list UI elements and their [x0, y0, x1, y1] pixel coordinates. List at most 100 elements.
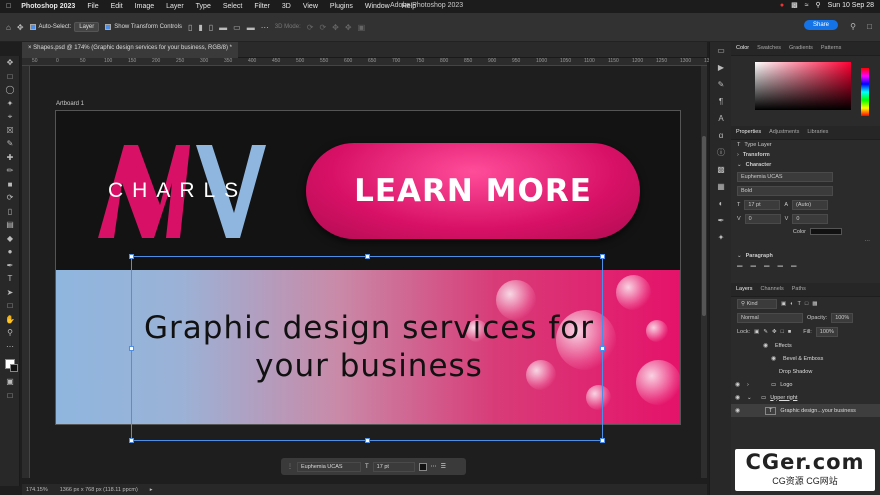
menu-select[interactable]: Select	[217, 3, 248, 10]
transform-handle[interactable]	[600, 254, 605, 259]
menu-clock[interactable]: Sun 10 Sep 28	[828, 2, 874, 9]
transform-handle[interactable]	[129, 438, 134, 443]
align-bottom-icon[interactable]: ▬	[247, 23, 255, 32]
layer-row-graphic-design[interactable]: ◉ T Graphic design...your business	[731, 404, 880, 417]
layer-filter-dropdown[interactable]: ⚲ Kind	[737, 299, 777, 309]
character-icon[interactable]: A	[710, 110, 732, 127]
filter-smart-icon[interactable]: ▩	[812, 301, 817, 307]
search-icon[interactable]: ⚲	[816, 1, 821, 9]
menu-layer[interactable]: Layer	[160, 3, 190, 10]
menu-file[interactable]: File	[81, 3, 104, 10]
brushes-icon[interactable]: ✦	[710, 229, 732, 246]
transform-handle[interactable]	[129, 346, 134, 351]
lock-paint-icon[interactable]: ✎	[763, 329, 768, 335]
swatches-panel-icon[interactable]: ▦	[710, 178, 732, 195]
character-section[interactable]: ⌄ Character	[731, 160, 880, 170]
screen-mode-icon[interactable]: □	[0, 389, 20, 403]
leading-field[interactable]: (Auto)	[792, 200, 829, 210]
3d-roll-icon[interactable]: ⟳	[319, 23, 326, 32]
menu-3d[interactable]: 3D	[276, 3, 297, 10]
layer-row-effects[interactable]: ◉ Effects	[731, 339, 880, 352]
color-picker-field[interactable]	[755, 62, 851, 110]
home-icon[interactable]: ⌂	[6, 23, 11, 32]
artboard-tool-icon[interactable]: □	[0, 70, 20, 84]
record-icon[interactable]: ●	[780, 2, 784, 9]
more-icon[interactable]: ⋯	[431, 463, 437, 470]
opacity-field[interactable]: 100%	[831, 313, 854, 323]
lock-all-icon[interactable]: ■	[788, 329, 791, 335]
settings-icon[interactable]: ☰	[441, 463, 446, 470]
ctx-size-dropdown[interactable]: 17 pt	[372, 461, 415, 472]
eyedropper-icon[interactable]: ✎	[0, 137, 20, 151]
eye-icon[interactable]: ◉	[735, 407, 743, 414]
glyphs-icon[interactable]: ɑ	[710, 127, 732, 144]
justify-all-icon[interactable]: ▬	[791, 263, 797, 269]
learn-more-button[interactable]: LEARN MORE	[306, 143, 640, 239]
filter-pixel-icon[interactable]: ▣	[781, 301, 786, 307]
rectangle-tool-icon[interactable]: □	[0, 299, 20, 313]
tab-layers[interactable]: Layers	[736, 286, 753, 293]
align-right-icon[interactable]: ▬	[764, 263, 770, 269]
align-right-icon[interactable]: ▯	[209, 23, 213, 32]
lock-artboard-icon[interactable]: □	[781, 329, 784, 335]
ctx-color-swatch[interactable]	[418, 462, 427, 471]
vertical-scrollbar[interactable]	[701, 66, 707, 478]
drag-handle-icon[interactable]: ⋮	[287, 463, 293, 470]
menu-edit[interactable]: Edit	[105, 3, 129, 10]
ctx-font-dropdown[interactable]: Euphemia UCAS	[297, 461, 361, 472]
menu-plugins[interactable]: Plugins	[324, 3, 359, 10]
eye-icon[interactable]: ◉	[735, 381, 743, 388]
hand-tool-icon[interactable]: ✋	[0, 313, 20, 327]
transform-handle[interactable]	[365, 438, 370, 443]
menu-view[interactable]: View	[297, 3, 324, 10]
lock-pixels-icon[interactable]: ▣	[754, 329, 759, 335]
align-left-icon[interactable]: ▯	[188, 23, 192, 32]
control-center-icon[interactable]: ▩	[791, 1, 798, 9]
layer-row-shadow[interactable]: Drop Shadow	[731, 365, 880, 378]
tab-gradients[interactable]: Gradients	[789, 45, 813, 52]
tab-swatches[interactable]: Swatches	[757, 45, 781, 52]
show-transform-checkbox[interactable]	[105, 24, 112, 30]
align-center-icon[interactable]: ▬	[751, 263, 757, 269]
more-icon[interactable]: ⋯	[865, 239, 871, 245]
align-left-icon[interactable]: ▬	[737, 263, 743, 269]
chevron-down-icon[interactable]: ⌄	[747, 395, 757, 401]
wifi-icon[interactable]: ≈	[805, 2, 809, 9]
layer-row-logo[interactable]: ◉ › ▭ Logo	[731, 378, 880, 391]
tab-channels[interactable]: Channels	[761, 286, 784, 293]
blend-mode-dropdown[interactable]: Normal	[737, 313, 803, 323]
tab-patterns[interactable]: Patterns	[821, 45, 841, 52]
transform-handle[interactable]	[600, 346, 605, 351]
apple-icon[interactable]: 	[0, 3, 17, 10]
eye-icon[interactable]: ◉	[763, 342, 771, 349]
app-menu[interactable]: Photoshop 2023	[17, 3, 81, 10]
search-icon[interactable]: ⚲	[850, 22, 856, 31]
zoom-tool-icon[interactable]: ⚲	[0, 326, 20, 340]
lock-move-icon[interactable]: ✥	[772, 329, 777, 335]
document-tab[interactable]: × Shapes.psd @ 174% (Graphic design serv…	[22, 42, 239, 58]
transform-bounding-box[interactable]	[129, 254, 605, 443]
align-top-icon[interactable]: ▬	[219, 23, 227, 32]
layer-row-bevel[interactable]: ◉ Bevel & Emboss	[731, 352, 880, 365]
3d-slide-icon[interactable]: ✥	[345, 23, 352, 32]
auto-select-checkbox[interactable]	[29, 24, 36, 30]
tracking-field[interactable]: 0	[792, 214, 829, 224]
share-button[interactable]: Share	[803, 20, 838, 30]
history-brush-icon[interactable]: ⟳	[0, 191, 20, 205]
paragraph-section[interactable]: ⌄ Paragraph	[731, 251, 880, 261]
scrollbar-thumb[interactable]	[702, 136, 706, 316]
transform-section[interactable]: › Transform	[731, 150, 880, 160]
tab-color[interactable]: Color	[736, 45, 749, 52]
pen-tool-icon[interactable]: ✒	[0, 259, 20, 273]
fill-field[interactable]: 100%	[815, 327, 838, 337]
chevron-right-icon[interactable]: ›	[747, 382, 767, 388]
more-tools-icon[interactable]: ⋯	[0, 340, 20, 354]
3d-scale-icon[interactable]: ▣	[358, 23, 366, 32]
3d-pan-icon[interactable]: ✥	[332, 23, 339, 32]
healing-brush-icon[interactable]: ✚	[0, 151, 20, 165]
libraries-icon[interactable]: ▩	[710, 161, 732, 178]
filter-type-icon[interactable]: T	[798, 301, 801, 307]
transform-handle[interactable]	[129, 254, 134, 259]
font-style-dropdown[interactable]: Bold	[737, 186, 833, 196]
filter-shape-icon[interactable]: □	[805, 301, 808, 307]
